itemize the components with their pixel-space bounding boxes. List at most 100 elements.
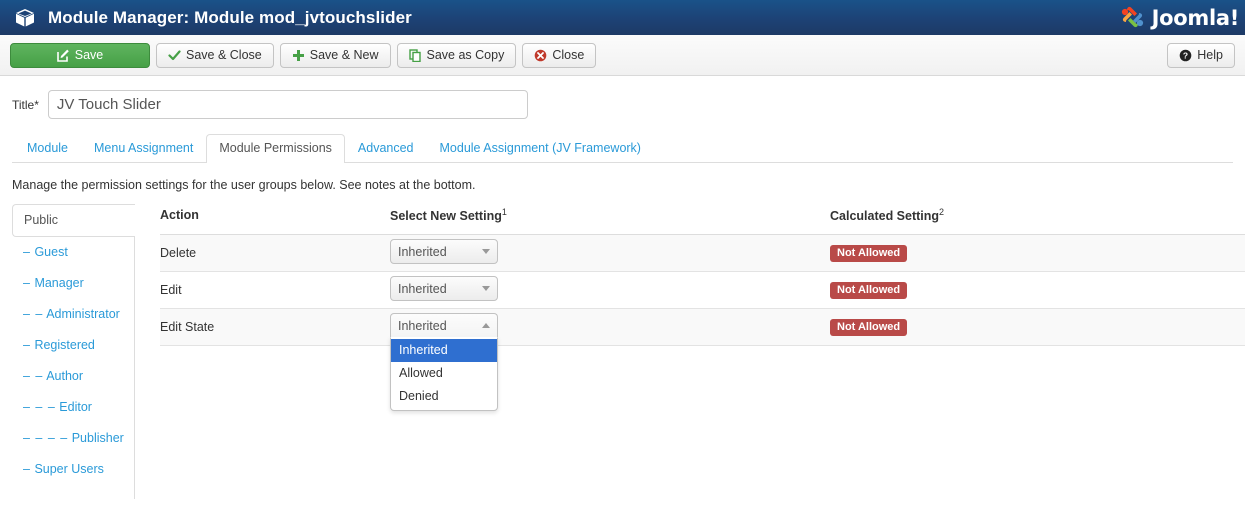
group-item-guest[interactable]: – Guest [12,237,134,268]
select-option-allowed[interactable]: Allowed [391,362,497,385]
action-label: Edit [160,283,182,298]
permission-select-dropdown: Inherited Allowed Denied [390,337,498,412]
group-item-label: Manager [34,276,84,290]
group-item-label: Public [24,213,59,227]
group-item-registered[interactable]: – Registered [12,330,134,361]
status-badge: Not Allowed [830,318,908,336]
permission-select-value: Inherited [398,318,447,333]
group-indent: – [23,462,31,476]
group-item-publisher[interactable]: – – – – Publisher [12,423,134,454]
save-as-copy-button[interactable]: Save as Copy [396,42,517,68]
save-as-copy-label: Save as Copy [426,48,505,62]
group-item-label: Publisher [71,431,124,445]
tab-module-assignment-jv-framework[interactable]: Module Assignment (JV Framework) [427,134,654,163]
joomla-logo: Joomla! [1118,3,1239,32]
table-row: Delete Inherited Not Allowed [160,234,1245,273]
required-marker: * [34,97,39,112]
tab-module-permissions[interactable]: Module Permissions [206,134,345,163]
cell-setting-delete: Inherited [390,234,830,273]
tab-advanced[interactable]: Advanced [345,134,427,163]
select-host-edit: Inherited [390,272,830,308]
page-title: Module Manager: Module mod_jvtouchslider [48,7,412,27]
group-item-public[interactable]: Public [12,204,135,237]
tab-menu-assignment[interactable]: Menu Assignment [81,134,206,163]
save-button[interactable]: Save [10,42,150,68]
close-button-label: Close [552,48,585,62]
select-option-inherited[interactable]: Inherited [391,339,497,363]
joomla-mark-icon [1118,4,1148,32]
group-indent: – [23,245,31,259]
user-group-list: Public – Guest – Manager – – Administrat… [12,204,135,499]
select-option-denied[interactable]: Denied [391,385,497,408]
cell-action-edit-state: Edit State [160,308,390,347]
group-item-manager[interactable]: – Manager [12,268,134,299]
cell-calculated-edit-state: Not Allowed [830,308,1245,347]
group-indent: – – – – [23,431,69,445]
column-header-action-label: Action [160,208,199,223]
title-label-text: Title [12,97,35,112]
group-item-label: Author [46,369,84,383]
edit-square-icon [56,49,70,62]
group-item-editor[interactable]: – – – Editor [12,392,134,423]
permissions-panel: Public – Guest – Manager – – Administrat… [0,204,1245,499]
check-icon [168,49,181,62]
chevron-up-icon [482,323,490,329]
group-indent: – [23,338,31,352]
group-indent: – [23,276,31,290]
help-button[interactable]: ? Help [1167,42,1235,68]
save-button-label: Save [74,48,104,62]
close-button[interactable]: Close [522,42,597,68]
permission-select-value: Inherited [398,244,447,259]
permission-select-value: Inherited [398,281,447,296]
toolbar: Save Save & Close Save & New Save as Cop… [0,35,1245,76]
group-item-label: Super Users [34,462,104,476]
cell-calculated-edit: Not Allowed [830,271,1245,310]
svg-text:?: ? [1183,50,1188,60]
save-and-close-button[interactable]: Save & Close [156,42,274,68]
chevron-down-icon [482,286,490,292]
title-input[interactable] [47,90,528,119]
group-item-administrator[interactable]: – – Administrator [12,299,134,330]
cube-icon [14,7,36,29]
permission-select-edit-state[interactable]: Inherited [390,313,498,339]
save-and-new-label: Save & New [309,48,379,62]
table-row: Edit State Inherited Inherited Allowed D… [160,308,1245,412]
group-item-label: Registered [34,338,95,352]
tab-bar: Module Menu Assignment Module Permission… [0,134,1245,163]
chevron-down-icon [482,249,490,255]
permission-select-edit[interactable]: Inherited [390,276,498,302]
column-header-action: Action [160,204,390,236]
cell-setting-edit-state: Inherited Inherited Allowed Denied [390,308,830,412]
intro-text: Manage the permission settings for the u… [12,178,476,192]
group-item-super-users[interactable]: – Super Users [12,454,134,485]
status-badge: Not Allowed [830,281,908,299]
close-circle-icon [534,49,547,62]
group-indent: – – [23,307,44,321]
help-button-label: Help [1197,48,1223,62]
title-field-label: Title* [12,98,39,112]
column-header-calculated-setting: Calculated Setting2 [830,204,1245,236]
group-indent: – – [23,369,44,383]
cell-setting-edit: Inherited [390,271,830,310]
cell-calculated-delete: Not Allowed [830,234,1245,273]
group-item-author[interactable]: – – Author [12,361,134,392]
save-and-close-label: Save & Close [186,48,262,62]
permission-select-delete[interactable]: Inherited [390,239,498,265]
app-header: Module Manager: Module mod_jvtouchslider… [0,0,1245,35]
joomla-wordmark: Joomla! [1151,5,1240,30]
column-header-setting-label: Select New Setting [390,209,502,224]
tab-module[interactable]: Module [14,134,81,163]
column-header-select-new-setting: Select New Setting1 [390,204,830,236]
table-row: Edit Inherited Not Allowed [160,271,1245,310]
select-host-delete: Inherited [390,235,830,271]
group-item-label: Administrator [46,307,120,321]
status-badge: Not Allowed [830,244,908,262]
permissions-table: Action Select New Setting1 Calculated Se… [160,204,1245,412]
save-and-new-button[interactable]: Save & New [279,42,391,68]
action-label: Edit State [160,320,215,335]
group-item-label: Editor [59,400,92,414]
copy-icon [408,48,422,62]
action-label: Delete [160,246,197,261]
group-indent: – – – [23,400,56,414]
footnote-marker-1: 1 [501,207,507,217]
